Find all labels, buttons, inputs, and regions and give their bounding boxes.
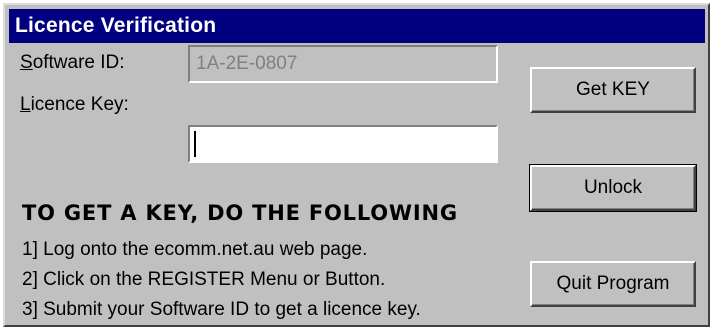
quit-program-button[interactable]: Quit Program: [530, 261, 696, 307]
instruction-step-2: 2] Click on the REGISTER Menu or Button.: [22, 269, 386, 290]
title-bar: Licence Verification: [9, 9, 705, 43]
licence-verification-dialog: Licence Verification Software ID: Licenc…: [3, 3, 710, 327]
software-id-label: Software ID:: [20, 52, 125, 73]
licence-key-input[interactable]: [188, 125, 498, 163]
unlock-button-label: Unlock: [583, 177, 643, 198]
instruction-step-1: 1] Log onto the ecomm.net.au web page.: [22, 239, 368, 260]
get-key-button-label: Get KEY: [576, 79, 650, 100]
text-caret: [194, 131, 196, 157]
quit-program-button-label: Quit Program: [556, 273, 670, 294]
unlock-button[interactable]: Unlock: [529, 164, 697, 212]
software-id-field: [188, 45, 498, 83]
licence-key-wrapper: [188, 125, 498, 163]
instructions-heading: TO GET A KEY, DO THE FOLLOWING: [22, 201, 458, 225]
licence-key-label: Licence Key:: [20, 94, 129, 115]
instruction-step-3: 3] Submit your Software ID to get a lice…: [22, 299, 421, 320]
get-key-button[interactable]: Get KEY: [530, 67, 696, 113]
window-title: Licence Verification: [15, 14, 217, 37]
